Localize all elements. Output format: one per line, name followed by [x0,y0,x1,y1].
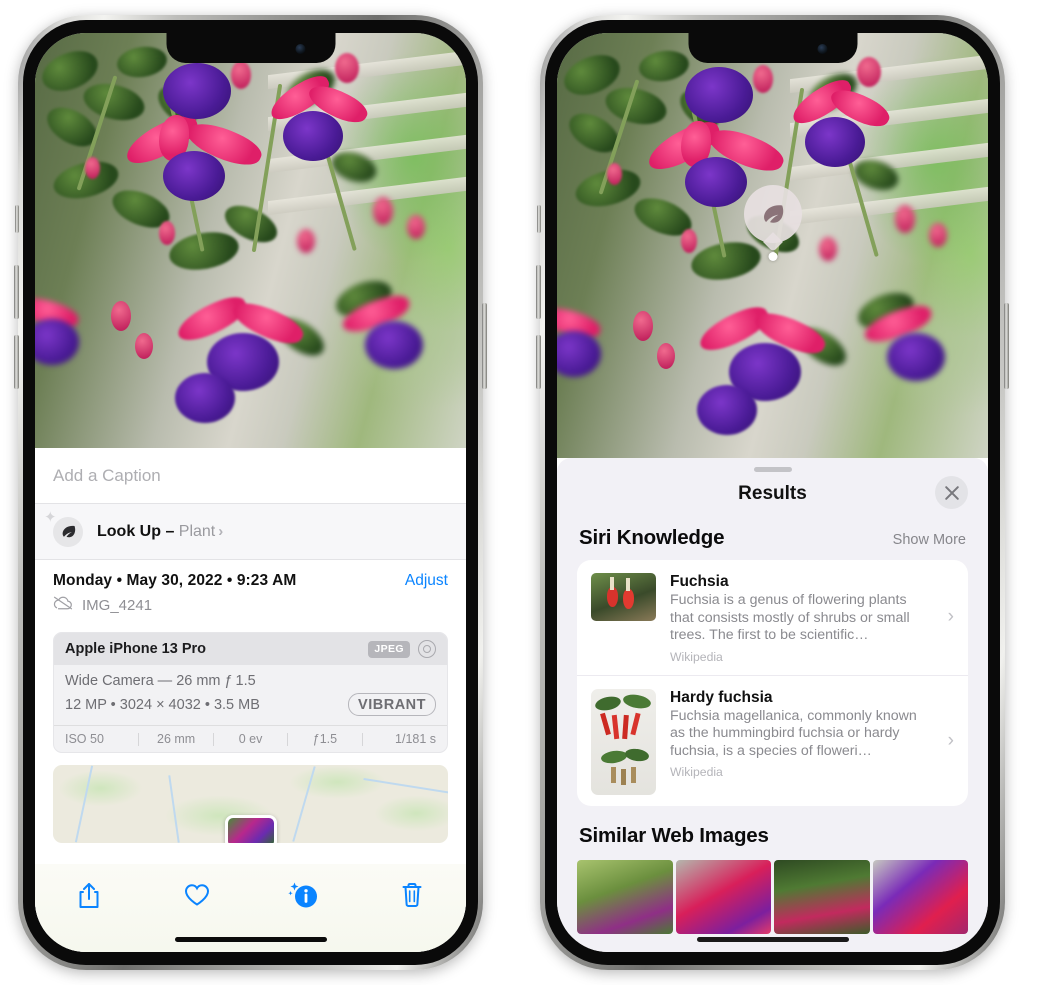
location-map[interactable] [53,765,448,843]
left-phone-frame: Add a Caption ✦ Look Up – Plant › Monday… [14,15,487,970]
siri-knowledge-title: Siri Knowledge [579,526,725,549]
look-up-label: Look Up – Plant › [97,522,224,540]
results-title: Results [738,483,807,504]
size-line: 12 MP • 3024 × 4032 • 3.5 MB [65,696,260,713]
fuchsia-photo [35,33,466,448]
results-header: Results [557,472,988,516]
exif-row: ISO 50 26 mm 0 ev ƒ1.5 1/181 s [54,725,447,752]
similar-web-images-header: Similar Web Images [557,806,988,856]
chevron-right-icon: › [218,522,224,540]
share-icon[interactable] [66,876,112,914]
right-phone-screen: Results Siri Knowledge Show More Fuchsia… [557,33,988,952]
chevron-right-icon: › [947,729,954,751]
icloud-slash-icon [53,596,73,615]
home-indicator[interactable] [696,937,849,942]
web-image-thumbnail[interactable] [577,859,673,934]
leaf-icon: ✦ [44,510,83,547]
lens-line: Wide Camera — 26 mm ƒ 1.5 [65,673,256,689]
caption-placeholder: Add a Caption [53,465,161,485]
power-button[interactable] [1004,303,1009,389]
right-phone-bezel: Results Siri Knowledge Show More Fuchsia… [545,20,1000,965]
volume-up-button[interactable] [14,265,19,319]
volume-down-button[interactable] [536,335,541,389]
chevron-right-icon: › [947,606,954,628]
web-image-thumbnail[interactable] [774,859,870,934]
camera-card-body: Wide Camera — 26 mm ƒ 1.5 12 MP • 3024 ×… [54,665,447,725]
look-up-row[interactable]: ✦ Look Up – Plant › [35,504,466,560]
siri-knowledge-card: Fuchsia Fuchsia is a genus of flowering … [577,560,968,806]
format-badge: JPEG [368,640,410,658]
photo-metadata: Monday • May 30, 2022 • 9:23 AM Adjust I… [35,560,466,623]
siri-knowledge-header: Siri Knowledge Show More [557,516,988,560]
notch [688,33,857,63]
front-camera-icon [295,44,305,54]
camera-card-header: Apple iPhone 13 Pro JPEG [54,633,447,665]
map-photo-pin [224,815,277,843]
left-phone-screen: Add a Caption ✦ Look Up – Plant › Monday… [35,33,466,952]
notch [166,33,335,63]
camera-info-card[interactable]: Apple iPhone 13 Pro JPEG Wide Camera — 2… [53,632,448,753]
camera-device: Apple iPhone 13 Pro [65,641,206,657]
exif-focal: 26 mm [157,732,196,746]
result-thumbnail [591,573,656,621]
exif-iso: ISO 50 [65,732,104,746]
silence-switch[interactable] [537,205,541,233]
exif-shutter: 1/181 s [395,732,437,746]
photo-viewer[interactable] [35,33,466,448]
result-source: Wikipedia [670,649,723,664]
result-title: Hardy fuchsia [670,688,773,706]
right-phone-frame: Results Siri Knowledge Show More Fuchsia… [536,15,1009,970]
visual-lookup-leaf-badge[interactable] [743,185,802,243]
volume-down-button[interactable] [14,335,19,389]
web-image-thumbnail[interactable] [675,859,771,934]
photo-date: Monday • May 30, 2022 • 9:23 AM [53,572,297,589]
volume-up-button[interactable] [536,265,541,319]
silence-switch[interactable] [15,205,19,233]
sparkle-icon: ✦ [44,508,57,526]
visual-lookup-anchor-dot [768,252,777,261]
front-camera-icon [817,44,827,54]
left-phone-bezel: Add a Caption ✦ Look Up – Plant › Monday… [23,20,478,965]
caption-input[interactable]: Add a Caption [35,448,466,504]
web-image-thumbnail[interactable] [872,859,968,934]
screenshot-stage: Add a Caption ✦ Look Up – Plant › Monday… [0,0,1055,985]
photo-viewer[interactable] [557,33,988,458]
exif-aperture: ƒ1.5 [312,732,338,746]
adjust-button[interactable]: Adjust [405,572,448,590]
info-sparkle-icon[interactable] [281,876,327,914]
photo-info-sheet: Add a Caption ✦ Look Up – Plant › Monday… [35,448,466,952]
result-description: Fuchsia magellanica, commonly known as t… [670,707,917,759]
results-sheet: Results Siri Knowledge Show More Fuchsia… [557,458,988,952]
close-icon[interactable] [935,476,968,509]
power-button[interactable] [482,303,487,389]
similar-web-images-strip[interactable] [557,859,988,934]
show-more-button[interactable]: Show More [893,532,966,548]
result-thumbnail [591,688,656,795]
result-description: Fuchsia is a genus of flowering plants t… [670,592,910,643]
hdr-ring-icon [418,640,436,658]
style-badge: VIBRANT [348,693,436,716]
result-source: Wikipedia [670,765,723,779]
home-indicator[interactable] [174,937,327,942]
list-item[interactable]: Hardy fuchsia Fuchsia magellanica, commo… [577,674,968,806]
list-item[interactable]: Fuchsia Fuchsia is a genus of flowering … [577,560,968,675]
heart-icon[interactable] [174,876,220,914]
result-title: Fuchsia [670,573,729,590]
similar-web-images-title: Similar Web Images [579,823,769,847]
photo-filename: IMG_4241 [82,597,153,614]
trash-icon[interactable] [389,876,435,914]
exif-ev: 0 ev [238,732,263,746]
